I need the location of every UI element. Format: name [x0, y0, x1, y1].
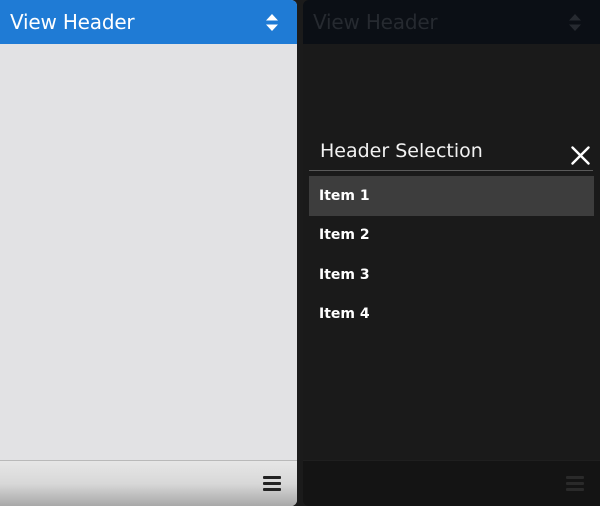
header-title: View Header [10, 10, 135, 34]
left-screen: View Header [0, 0, 297, 506]
selection-list: Item 1 Item 2 Item 3 Item 4 [309, 176, 594, 334]
view-header-dimmed: View Header [303, 0, 600, 44]
sort-updown-icon[interactable] [266, 14, 278, 31]
list-item-3[interactable]: Item 3 [309, 255, 594, 295]
view-content [0, 44, 297, 460]
menu-icon-dimmed [566, 476, 584, 492]
sort-updown-icon-dimmed [569, 14, 581, 31]
bottom-toolbar-dimmed [303, 460, 600, 506]
menu-icon[interactable] [263, 476, 281, 492]
dialog-title: Header Selection [320, 140, 483, 162]
list-item-1[interactable]: Item 1 [309, 176, 594, 216]
header-title-dimmed: View Header [313, 10, 438, 34]
view-header[interactable]: View Header [0, 0, 297, 44]
list-item-2[interactable]: Item 2 [309, 216, 594, 256]
close-icon[interactable] [571, 146, 590, 165]
bottom-toolbar [0, 460, 297, 506]
right-screen: View Header Header Selection Item 1 Item… [303, 0, 600, 506]
list-item-4[interactable]: Item 4 [309, 295, 594, 335]
dialog-divider [309, 170, 593, 171]
